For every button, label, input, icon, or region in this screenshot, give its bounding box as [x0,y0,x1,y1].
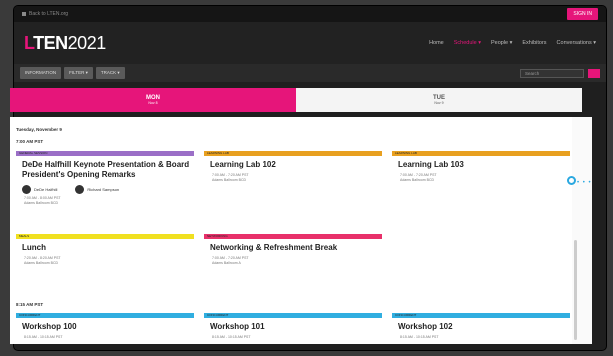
logo-text: TEN [33,32,68,53]
time-header-2: 8:15 AM PST [16,302,44,307]
session-title: Networking & Refreshment Break [210,243,338,252]
avatar [22,185,31,194]
nav-exhibitors[interactable]: Exhibitors [522,40,546,46]
session-time: 8:15 AM - 10:15 AM PST [400,335,439,339]
session-time: 8:15 AM - 10:15 AM PST [24,335,63,339]
speaker-1[interactable]: DeDe Halfhill [22,185,57,194]
session-room: Adams Ballroom A [212,261,241,265]
information-button[interactable]: INFORMATION [20,67,62,79]
session-tag: NETWORKING [204,234,382,239]
session-room: Adams Ballroom BCD [24,261,59,265]
main-nav: LTEN2021 Home Schedule ▾ People ▾ Exhibi… [14,22,606,64]
session-card-workshop-102[interactable]: CONCURRENT Workshop 102 8:15 AM - 10:15 … [392,313,570,344]
sign-in-button[interactable]: SIGN IN [567,8,598,20]
session-tag: GENERAL SESSION [16,151,194,156]
search-input[interactable]: Search [520,68,584,78]
session-room: Adams Ballroom BCD [400,178,435,182]
speakers: DeDe Halfhill Richard Sampson [22,185,194,194]
session-title: Workshop 102 [398,322,453,331]
session-time: 8:15 AM - 10:15 AM PST [212,335,251,339]
session-card-workshop-101[interactable]: CONCURRENT Workshop 101 8:15 AM - 10:15 … [204,313,382,344]
tab-monday[interactable]: MON Nov 8 [10,88,296,112]
session-tag: MEALS [16,234,194,239]
nav-menu: Home Schedule ▾ People ▾ Exhibitors Conv… [429,40,596,46]
top-bar: Back to LTEN.org SIGN IN [14,6,606,22]
schedule-grid: Tuesday, November 9 7:00 AM PST GENERAL … [10,117,572,344]
back-link-label: Back to LTEN.org [29,11,69,17]
session-card-keynote[interactable]: GENERAL SESSION DeDe Halfhill Keynote Pr… [16,151,194,229]
search-area: Search [520,68,600,78]
session-card-lab-102[interactable]: LEARNING LAB Learning Lab 102 7:00 AM - … [204,151,382,211]
session-card-networking[interactable]: NETWORKING Networking & Refreshment Brea… [204,234,382,289]
track-dropdown[interactable]: TRACK ▾ [95,67,125,79]
nav-schedule[interactable]: Schedule ▾ [454,40,481,46]
session-card-workshop-100[interactable]: CONCURRENT Workshop 100 8:15 AM - 10:15 … [16,313,194,344]
scrollbar[interactable] [574,240,577,340]
nav-people[interactable]: People ▾ [491,40,512,46]
session-room: Adams Ballroom BCD [24,201,59,205]
speaker-name: DeDe Halfhill [34,187,58,192]
cursor-pointer-icon [567,176,576,185]
session-tag: LEARNING LAB [204,151,382,156]
home-icon [22,12,26,16]
speaker-2[interactable]: Richard Sampson [75,185,119,194]
logo-year: 2021 [67,32,107,53]
logo[interactable]: LTEN2021 [24,33,106,54]
avatar [75,185,85,194]
nav-conversations[interactable]: Conversations ▾ [557,40,596,46]
search-button[interactable] [588,68,600,78]
date-header: Tuesday, November 9 [16,127,62,132]
session-tag: LEARNING LAB [392,151,570,156]
nav-home[interactable]: Home [429,40,444,46]
back-link[interactable]: Back to LTEN.org [22,11,68,17]
session-title: Learning Lab 103 [398,160,464,169]
session-tag: CONCURRENT [204,313,382,318]
session-card-lunch[interactable]: MEALS Lunch 7:20 AM - 8:20 AM PST Adams … [16,234,194,289]
filter-bar: INFORMATION FILTER ▾ TRACK ▾ Search [14,64,606,82]
session-title: Learning Lab 102 [210,160,276,169]
session-title: DeDe Halfhill Keynote Presentation & Boa… [22,160,190,179]
session-title: Lunch [22,243,46,252]
session-title: Workshop 100 [22,322,77,331]
session-room: Adams Ballroom BCD [212,178,247,182]
session-title: Workshop 101 [210,322,265,331]
filter-dropdown[interactable]: FILTER ▾ [64,67,93,79]
day-tabs: MON Nov 8 TUE Nov 9 [10,88,582,112]
speaker-name: Richard Sampson [87,187,120,192]
pointer-trail-icon: • • • [577,180,592,186]
tab-monday-date: Nov 8 [148,101,158,105]
tab-tuesday[interactable]: TUE Nov 9 [296,88,582,112]
session-tag: CONCURRENT [16,313,194,318]
time-header-1: 7:00 AM PST [16,139,44,144]
tab-tuesday-date: Nov 9 [434,101,444,105]
filter-buttons: INFORMATION FILTER ▾ TRACK ▾ [20,67,125,79]
session-card-lab-103[interactable]: LEARNING LAB Learning Lab 103 7:00 AM - … [392,151,570,211]
session-tag: CONCURRENT [392,313,570,318]
